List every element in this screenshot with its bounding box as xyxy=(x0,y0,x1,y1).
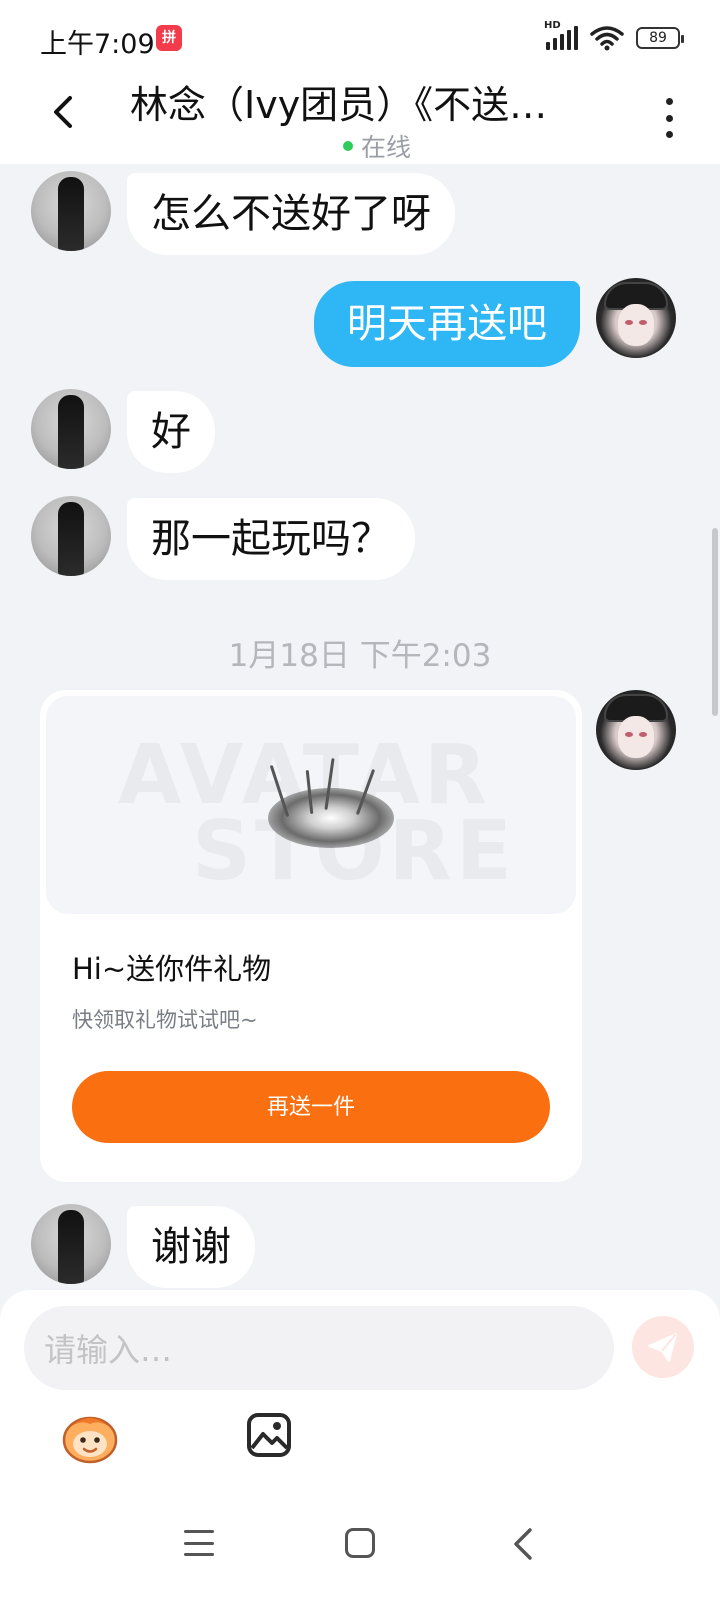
battery-indicator: 89 xyxy=(636,27,684,49)
message-bubble-incoming[interactable]: 那一起玩吗？ xyxy=(127,498,415,580)
send-another-gift-button[interactable]: 再送一件 xyxy=(72,1071,550,1143)
system-back-icon[interactable] xyxy=(508,1526,536,1562)
image-picker-icon[interactable] xyxy=(246,1412,292,1458)
gift-description: 快领取礼物试试吧~ xyxy=(72,1008,258,1032)
composer-panel: 请输入… xyxy=(0,1290,720,1600)
recent-apps-icon[interactable] xyxy=(184,1530,214,1556)
notification-app-icon: 拼 xyxy=(156,25,182,51)
scrollbar[interactable] xyxy=(712,528,718,716)
gift-card[interactable]: AVATAR STORE Hi~送你件礼物 快领取礼物试试吧~ 再送一件 xyxy=(40,690,582,1182)
more-options-icon[interactable] xyxy=(662,98,676,138)
hd-label: HD xyxy=(544,20,561,31)
message-bubble-incoming[interactable]: 怎么不送好了呀 xyxy=(127,173,455,255)
home-icon[interactable] xyxy=(345,1528,375,1558)
chat-header: 林念（Ivy团员）《不送… 在线 xyxy=(0,74,720,164)
message-bubble-incoming[interactable]: 好 xyxy=(127,391,215,473)
signal-icon: HD xyxy=(544,20,578,50)
message-bubble-incoming[interactable]: 谢谢 xyxy=(127,1206,255,1288)
message-input[interactable]: 请输入… xyxy=(24,1306,614,1390)
contact-avatar[interactable] xyxy=(31,171,111,251)
back-arrow-icon[interactable] xyxy=(44,92,84,132)
my-avatar[interactable] xyxy=(596,278,676,358)
gift-image: AVATAR STORE xyxy=(46,696,576,914)
contact-avatar[interactable] xyxy=(31,389,111,469)
message-timestamp: 1月18日 下午2:03 xyxy=(228,638,492,674)
contact-avatar[interactable] xyxy=(31,1204,111,1284)
contact-avatar[interactable] xyxy=(31,496,111,576)
my-avatar[interactable] xyxy=(596,690,676,770)
gift-title: Hi~送你件礼物 xyxy=(72,952,272,986)
message-bubble-outgoing[interactable]: 明天再送吧 xyxy=(314,281,580,367)
status-time: 上午7:09 xyxy=(40,29,155,60)
status-bar: 上午7:09 拼 HD 89 xyxy=(0,0,720,74)
online-status: 在线 xyxy=(343,128,411,164)
online-status-text: 在线 xyxy=(361,133,412,162)
system-nav-bar xyxy=(0,1508,720,1600)
send-icon[interactable] xyxy=(632,1316,694,1378)
wifi-icon xyxy=(590,26,624,51)
gift-item-icon xyxy=(268,788,394,848)
chat-title: 林念（Ivy团员）《不送… xyxy=(130,83,548,127)
emoji-sticker-icon[interactable] xyxy=(60,1410,120,1464)
status-icons: HD 89 xyxy=(544,20,684,52)
online-dot-icon xyxy=(343,141,353,151)
